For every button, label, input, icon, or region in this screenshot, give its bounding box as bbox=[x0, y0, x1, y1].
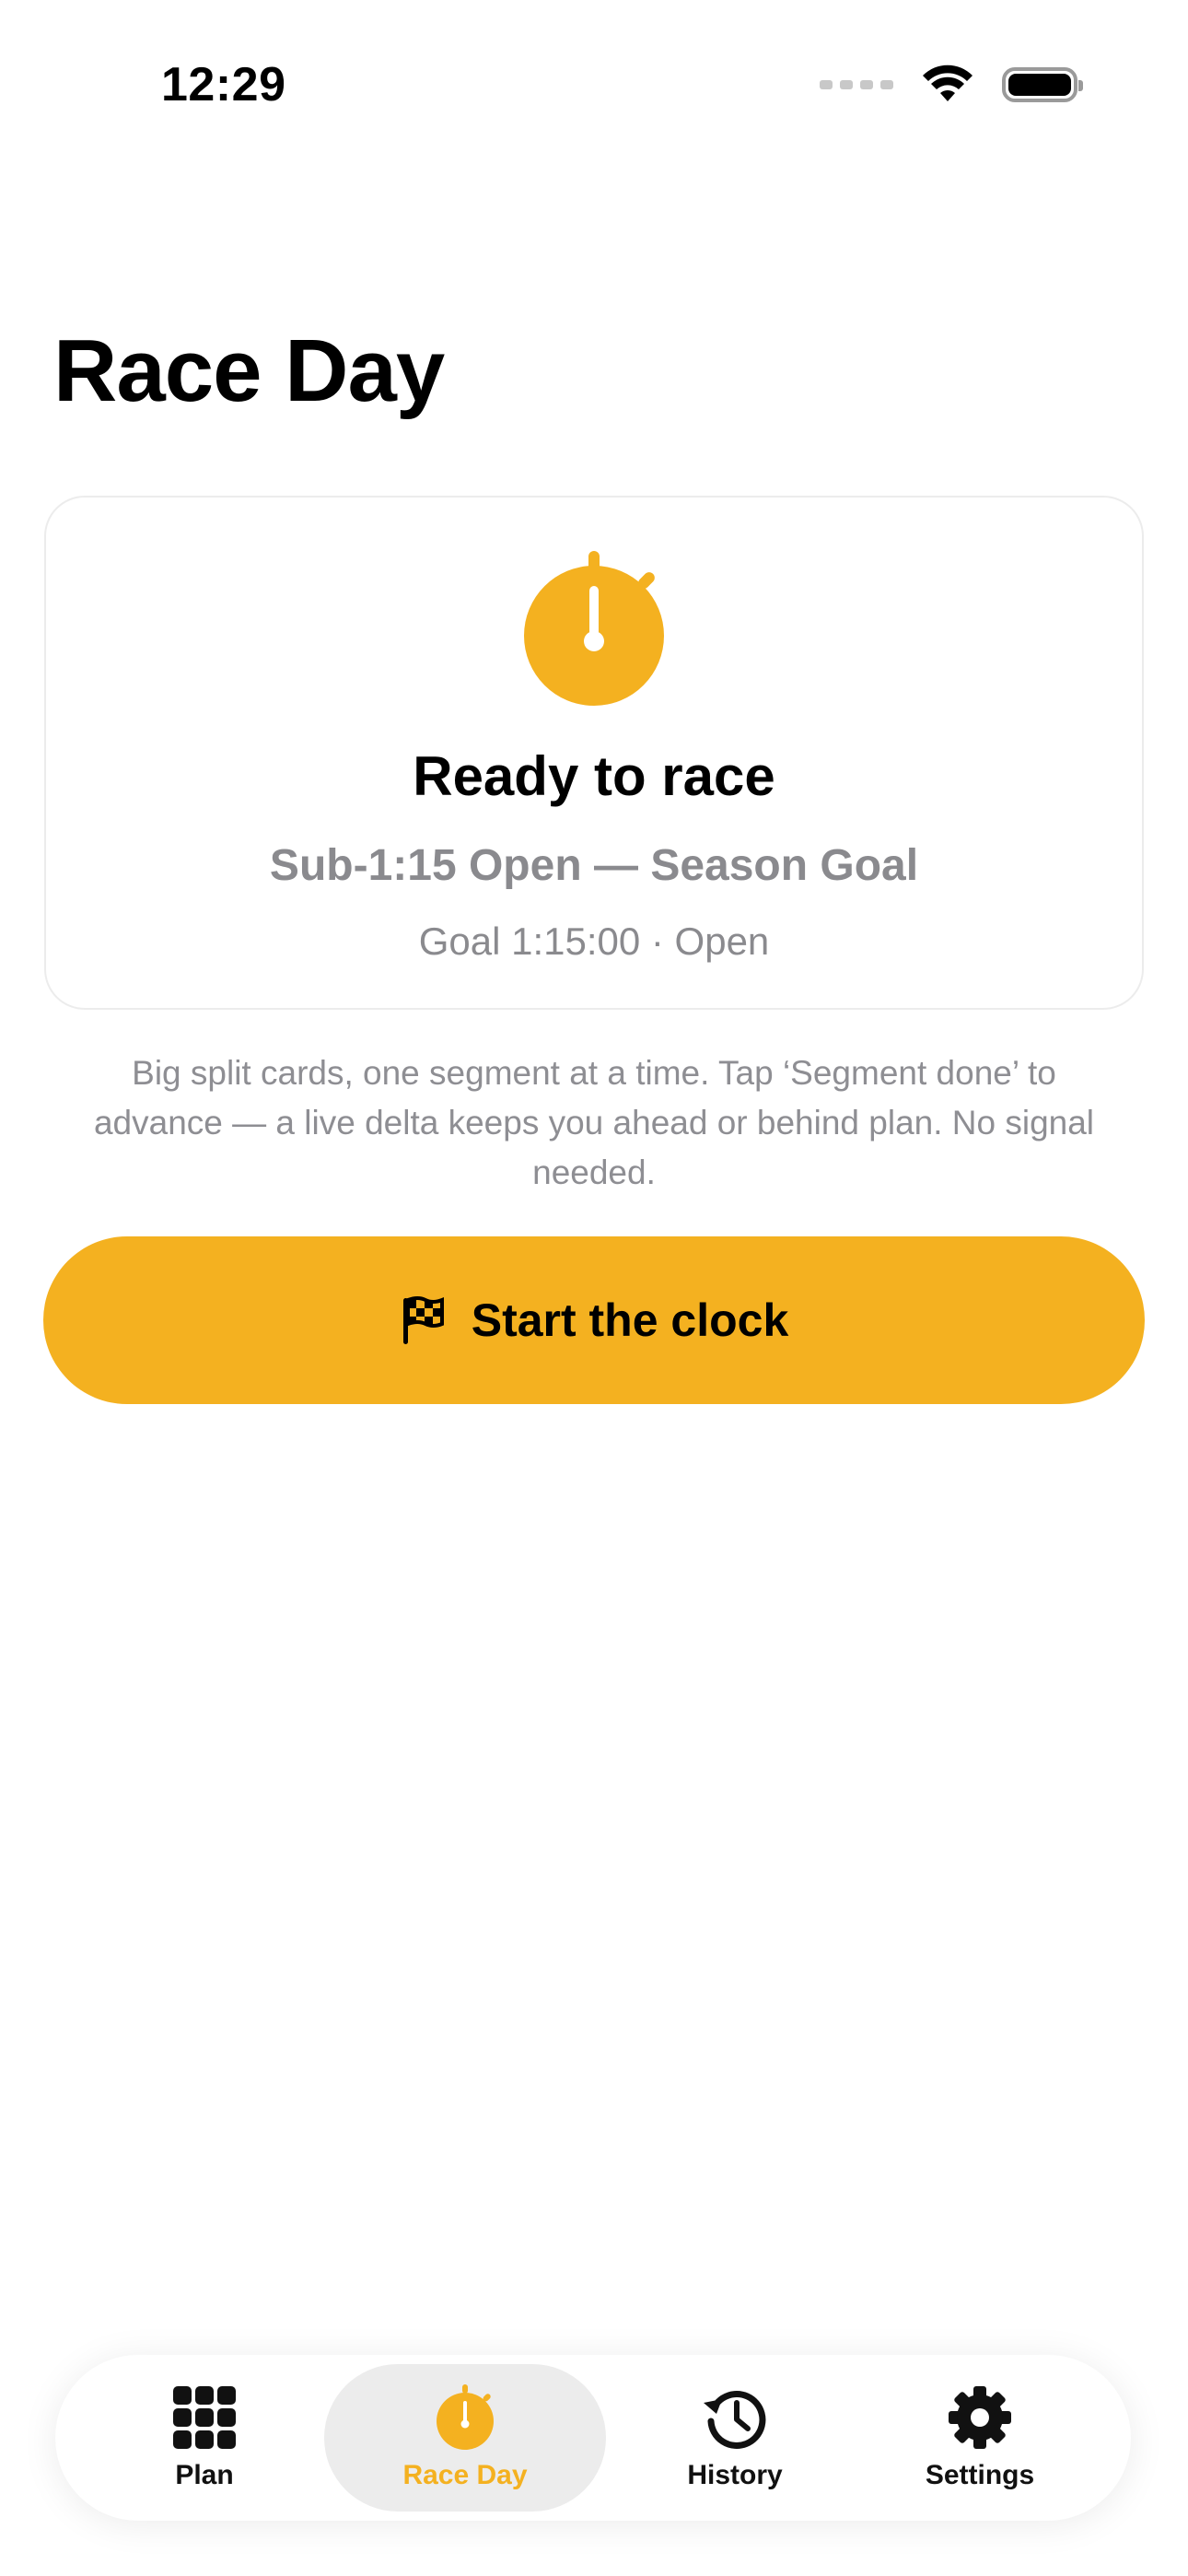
tab-history-label: History bbox=[687, 2460, 783, 2490]
tab-race-day[interactable]: Race Day bbox=[324, 2364, 606, 2512]
card-subtitle: Sub-1:15 Open — Season Goal bbox=[269, 841, 919, 890]
status-indicators bbox=[820, 63, 1083, 107]
gear-icon bbox=[949, 2386, 1011, 2449]
race-card: Ready to race Sub-1:15 Open — Season Goa… bbox=[44, 496, 1144, 1010]
tab-settings-label: Settings bbox=[925, 2460, 1035, 2490]
status-time: 12:29 bbox=[161, 58, 286, 111]
page-title: Race Day bbox=[53, 322, 445, 420]
tab-plan[interactable]: Plan bbox=[94, 2364, 315, 2512]
grid-icon bbox=[173, 2386, 236, 2449]
tab-race-day-label: Race Day bbox=[402, 2460, 528, 2490]
card-goal-meta: Goal 1:15:00 · Open bbox=[418, 919, 770, 963]
cellular-signal-icon bbox=[820, 80, 893, 89]
tab-settings[interactable]: Settings bbox=[868, 2364, 1092, 2512]
checkered-flag-icon bbox=[402, 1296, 444, 1344]
wifi-icon bbox=[923, 64, 973, 101]
tab-history[interactable]: History bbox=[624, 2364, 845, 2512]
history-icon bbox=[704, 2391, 766, 2449]
card-title: Ready to race bbox=[413, 745, 775, 807]
stopwatch-icon bbox=[437, 2384, 494, 2450]
tab-bar: Plan Race Day History Settings bbox=[55, 2355, 1131, 2521]
description-text: Big split cards, one segment at a time. … bbox=[93, 1054, 1095, 1191]
start-clock-label: Start the clock bbox=[471, 1294, 789, 1346]
battery-icon bbox=[1002, 67, 1083, 102]
tab-plan-label: Plan bbox=[175, 2460, 234, 2490]
start-clock-button[interactable]: Start the clock bbox=[43, 1236, 1145, 1404]
stopwatch-icon bbox=[524, 551, 664, 706]
